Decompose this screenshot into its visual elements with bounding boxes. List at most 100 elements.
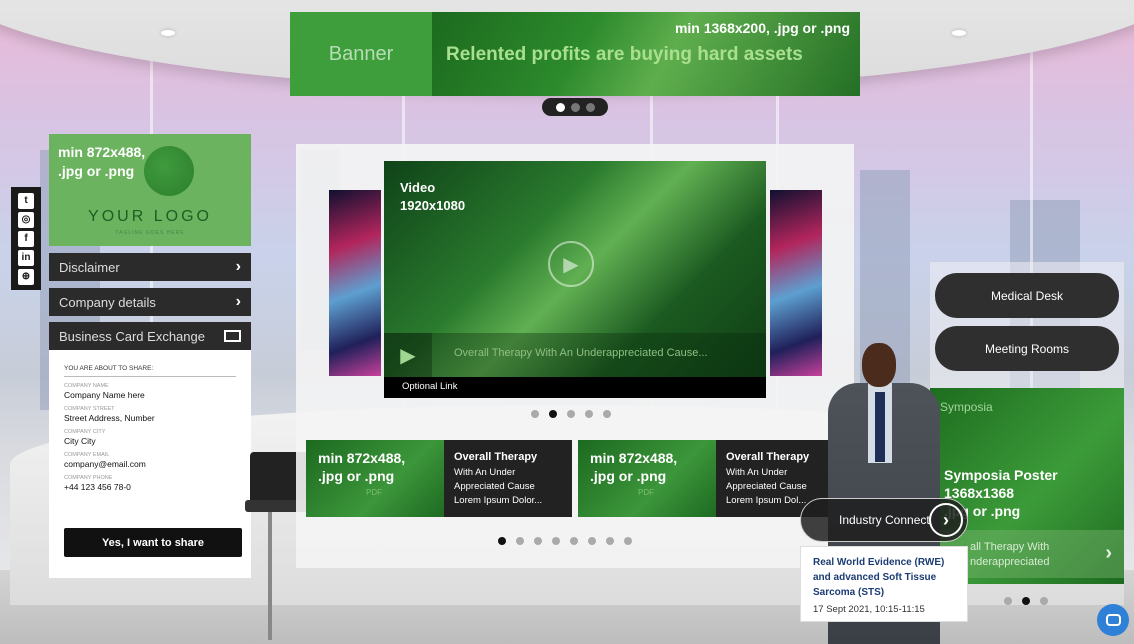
field-value: +44 123 456 78-0: [64, 482, 131, 492]
carousel-dot[interactable]: [588, 537, 596, 545]
business-card-exchange-button[interactable]: Business Card Exchange: [49, 322, 251, 350]
banner-tagline: Relented profits are buying hard assets: [446, 44, 803, 65]
event-tooltip[interactable]: Real World Evidence (RWE) and advanced S…: [800, 546, 968, 622]
carousel-dot[interactable]: [570, 537, 578, 545]
company-logo: min 872x488, .jpg or .png YOUR LOGO TAGL…: [49, 134, 251, 246]
doc-spec-line: min 872x488,: [590, 450, 678, 466]
side-poster-right: [770, 190, 822, 376]
banner-carousel-dots[interactable]: [542, 98, 608, 116]
meeting-rooms-button[interactable]: Meeting Rooms: [935, 326, 1119, 371]
field-value: Street Address, Number: [64, 413, 155, 423]
logo-spec: min 872x488, .jpg or .png: [58, 143, 145, 181]
document-spec: min 872x488, .jpg or .png: [590, 449, 677, 485]
logo-text: YOUR LOGO: [88, 208, 212, 225]
chevron-right-icon: ›: [235, 293, 241, 310]
carousel-dot[interactable]: [552, 537, 560, 545]
share-title: YOU ARE ABOUT TO SHARE:: [64, 365, 236, 377]
play-icon[interactable]: ▶: [384, 333, 432, 377]
video-carousel-dots[interactable]: [531, 410, 611, 418]
field-label: COMPANY CITY: [64, 429, 106, 435]
globe-icon[interactable]: ⊕: [18, 268, 34, 285]
field-label: COMPANY PHONE: [64, 475, 113, 481]
carousel-dot[interactable]: [498, 537, 506, 545]
side-poster-left: [329, 190, 381, 376]
field-label: COMPANY NAME: [64, 383, 109, 389]
play-icon[interactable]: ▶: [548, 241, 594, 287]
document-title: Overall Therapy: [726, 451, 810, 463]
video-caption-bar: ▶ Overall Therapy With An Underappreciat…: [384, 333, 766, 377]
chevron-right-icon: ›: [235, 258, 241, 275]
carousel-dot[interactable]: [603, 410, 611, 418]
banner-label: Banner: [290, 12, 432, 96]
symposia-caption-line: all Therapy With: [970, 541, 1050, 553]
symposia-line: Symposia Poster: [944, 467, 1058, 483]
chat-icon: [1105, 614, 1121, 626]
doc-spec-line: .jpg or .png: [318, 468, 395, 484]
document-thumbnail: min 872x488, .jpg or .png PDF: [578, 440, 716, 517]
symposia-carousel-dots[interactable]: [1004, 597, 1048, 605]
pdf-icon: PDF: [366, 488, 382, 497]
carousel-dot[interactable]: [585, 410, 593, 418]
doc-spec-line: .jpg or .png: [590, 468, 667, 484]
banner-spec: min 1368x200, .jpg or .png: [674, 20, 850, 36]
document-line: With An Under: [726, 467, 788, 478]
video-player[interactable]: Video 1920x1080 ▶ ▶ Overall Therapy With…: [384, 161, 766, 398]
document-line: Appreciated Cause: [726, 481, 807, 492]
banner[interactable]: Banner min 1368x200, .jpg or .png Relent…: [290, 12, 860, 96]
document-line: With An Under: [454, 467, 516, 478]
field-value: Company Name here: [64, 390, 145, 400]
company-details-label: Company details: [59, 294, 156, 310]
carousel-dot[interactable]: [585, 102, 595, 112]
carousel-dot[interactable]: [534, 537, 542, 545]
industry-connect-button[interactable]: Industry Connect ›: [800, 498, 968, 542]
document-spec: min 872x488, .jpg or .png: [318, 449, 405, 485]
video-caption: Overall Therapy With An Underappreciated…: [454, 347, 708, 359]
carousel-dot[interactable]: [1040, 597, 1048, 605]
ceiling-light: [161, 30, 175, 36]
carousel-dot[interactable]: [1022, 597, 1030, 605]
doc-spec-line: min 872x488,: [318, 450, 406, 466]
company-details-button[interactable]: Company details ›: [49, 288, 251, 316]
video-spec: Video 1920x1080: [400, 179, 465, 215]
social-bar: t ◎ f in ⊕: [11, 187, 41, 290]
business-card-share-panel: YOU ARE ABOUT TO SHARE: COMPANY NAME Com…: [49, 350, 251, 578]
business-card-label: Business Card Exchange: [59, 328, 205, 344]
instagram-icon[interactable]: ◎: [18, 211, 34, 228]
pdf-icon: PDF: [638, 488, 654, 497]
carousel-dot[interactable]: [567, 410, 575, 418]
facebook-icon[interactable]: f: [18, 230, 34, 247]
carousel-dot[interactable]: [606, 537, 614, 545]
video-spec-line: 1920x1080: [400, 198, 466, 213]
carousel-dot[interactable]: [516, 537, 524, 545]
chevron-right-icon: ›: [929, 503, 963, 537]
chevron-right-icon[interactable]: ›: [1105, 542, 1112, 565]
documents-carousel-dots[interactable]: [498, 537, 632, 545]
twitter-icon[interactable]: t: [18, 192, 34, 209]
logo-mark: [144, 146, 194, 196]
symposia-line: 1368x1368: [944, 485, 1015, 501]
carousel-dot[interactable]: [531, 410, 539, 418]
chair-pole: [268, 512, 272, 640]
optional-link[interactable]: Optional Link: [384, 377, 766, 398]
logo-spec-line: .jpg or .png: [58, 163, 135, 179]
event-date: 17 Sept 2021, 10:15-11:15: [813, 604, 925, 615]
document-card[interactable]: min 872x488, .jpg or .png PDF Overall Th…: [306, 440, 572, 517]
document-line: Appreciated Cause: [454, 481, 535, 492]
carousel-dot[interactable]: [549, 410, 557, 418]
carousel-dot[interactable]: [570, 102, 580, 112]
symposia-caption-line: nderappreciated: [970, 556, 1050, 568]
field-value: company@email.com: [64, 459, 146, 469]
carousel-dot[interactable]: [624, 537, 632, 545]
share-confirm-button[interactable]: Yes, I want to share: [64, 528, 242, 557]
document-line: Lorem Ipsum Dolor...: [454, 495, 543, 506]
envelope-icon: [224, 330, 241, 342]
host-tie: [875, 392, 885, 462]
carousel-dot[interactable]: [555, 102, 565, 112]
carousel-dot[interactable]: [1004, 597, 1012, 605]
medical-desk-button[interactable]: Medical Desk: [935, 273, 1119, 318]
disclaimer-button[interactable]: Disclaimer ›: [49, 253, 251, 281]
field-label: COMPANY STREET: [64, 406, 115, 412]
linkedin-icon[interactable]: in: [18, 249, 34, 266]
event-title: Real World Evidence (RWE) and advanced S…: [813, 557, 945, 598]
chat-button[interactable]: [1097, 604, 1129, 636]
